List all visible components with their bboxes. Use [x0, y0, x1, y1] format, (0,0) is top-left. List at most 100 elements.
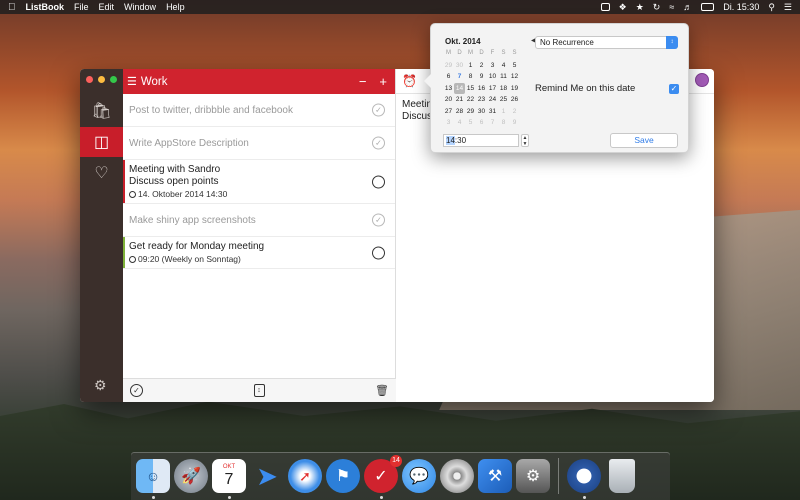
- menu-help[interactable]: Help: [166, 2, 185, 12]
- listbook-app-icon[interactable]: ✓ 14: [364, 455, 402, 499]
- task-complete-checkbox[interactable]: [372, 246, 385, 259]
- notification-center-icon[interactable]: ☰: [784, 2, 792, 13]
- task-row[interactable]: Meeting with Sandro Discuss open points …: [123, 160, 395, 204]
- list-menu-icon[interactable]: ☰: [127, 75, 137, 88]
- menu-app-name[interactable]: ListBook: [26, 2, 65, 12]
- add-task-button[interactable]: +: [379, 74, 387, 89]
- send-app-icon[interactable]: ➤: [250, 459, 284, 493]
- settings-gear-icon[interactable]: ⚙: [94, 377, 107, 394]
- sidebar-item-work[interactable]: ◫: [80, 127, 123, 157]
- recurrence-select[interactable]: No Recurrence ↕: [535, 36, 678, 49]
- calendar-day[interactable]: 27: [443, 106, 454, 118]
- task-row[interactable]: Post to twitter, dribbble and facebook ✓: [123, 94, 395, 127]
- task-complete-checkbox[interactable]: [372, 175, 385, 188]
- calendar-day[interactable]: 10: [487, 71, 498, 83]
- calendar-day[interactable]: 9: [476, 71, 487, 83]
- calendar-day[interactable]: 12: [509, 71, 520, 83]
- calendar-day[interactable]: 9: [509, 117, 520, 129]
- calendar-day[interactable]: 5: [465, 117, 476, 129]
- calendar-day[interactable]: 31: [487, 106, 498, 118]
- calendar-day[interactable]: 23: [476, 94, 487, 106]
- system-preferences-icon[interactable]: ⚙: [516, 459, 550, 493]
- task-row[interactable]: Write AppStore Description ✓: [123, 127, 395, 160]
- calendar-day[interactable]: 11: [498, 71, 509, 83]
- task-done-checkmark-icon[interactable]: ✓: [372, 103, 385, 117]
- minimize-button[interactable]: [98, 76, 105, 83]
- calendar-day[interactable]: 26: [509, 94, 520, 106]
- calendar-day[interactable]: 2: [509, 106, 520, 118]
- task-row[interactable]: Get ready for Monday meeting 09:20 (Week…: [123, 237, 395, 269]
- calendar-day[interactable]: 2: [476, 60, 487, 72]
- messages-icon[interactable]: 💬: [402, 459, 436, 493]
- battery-icon[interactable]: [701, 3, 715, 11]
- calendar-day[interactable]: 20: [443, 94, 454, 106]
- task-row[interactable]: Make shiny app screenshots ✓: [123, 204, 395, 237]
- calendar-day[interactable]: 5: [509, 60, 520, 72]
- calendar-app-icon[interactable]: OKT 7: [212, 459, 246, 499]
- calendar-day[interactable]: 17: [487, 83, 498, 95]
- calendar-day[interactable]: 7: [487, 117, 498, 129]
- calendar-day[interactable]: 19: [509, 83, 520, 95]
- safari-icon[interactable]: ➚: [288, 459, 322, 493]
- sidebar-item-favorites[interactable]: ♡: [80, 158, 123, 188]
- calendar-day[interactable]: 29: [465, 106, 476, 118]
- time-machine-icon[interactable]: ↻: [653, 2, 661, 13]
- trash-can-icon[interactable]: [609, 459, 635, 493]
- calendar-day[interactable]: 8: [465, 71, 476, 83]
- calendar-day[interactable]: 6: [476, 117, 487, 129]
- calendar-day[interactable]: 30: [476, 106, 487, 118]
- calendar-day[interactable]: 24: [487, 94, 498, 106]
- calendar-day[interactable]: 15: [465, 83, 476, 95]
- calendar-day[interactable]: 3: [443, 117, 454, 129]
- time-field[interactable]: 14:30: [443, 134, 519, 147]
- zoom-button[interactable]: [110, 76, 117, 83]
- tags-app-icon[interactable]: ⚑: [326, 459, 360, 493]
- menu-window[interactable]: Window: [124, 2, 156, 12]
- bluetooth-icon[interactable]: ★: [636, 2, 644, 13]
- calendar-day[interactable]: 28: [454, 106, 465, 118]
- alarm-clock-icon[interactable]: ⏰: [402, 74, 417, 88]
- apple-menu-icon[interactable]: : [8, 2, 16, 13]
- show-completed-checkmark-icon[interactable]: ✓: [130, 384, 143, 397]
- close-button[interactable]: [86, 76, 93, 83]
- menu-edit[interactable]: Edit: [99, 2, 115, 12]
- volume-icon[interactable]: ♬: [683, 2, 692, 12]
- status-app-icon[interactable]: [600, 3, 610, 11]
- task-done-checkmark-icon[interactable]: ✓: [372, 136, 385, 150]
- 1password-icon[interactable]: [567, 459, 601, 499]
- calendar-day[interactable]: 30: [454, 60, 465, 72]
- remind-me-checkbox[interactable]: ✓: [669, 84, 679, 94]
- calendar-day[interactable]: 4: [454, 117, 465, 129]
- finder-icon[interactable]: ☺: [136, 459, 170, 499]
- calendar-day-today[interactable]: 7: [454, 71, 465, 83]
- calendar-day[interactable]: 13: [443, 83, 454, 95]
- calendar-day[interactable]: 18: [498, 83, 509, 95]
- calendar-day[interactable]: 6: [443, 71, 454, 83]
- task-done-checkmark-icon[interactable]: ✓: [372, 213, 385, 227]
- menubar-clock[interactable]: Di. 15:30: [723, 2, 759, 12]
- calendar-day[interactable]: 25: [498, 94, 509, 106]
- calendar-day[interactable]: 1: [465, 60, 476, 72]
- xcode-icon[interactable]: ⚒: [478, 459, 512, 493]
- launchpad-icon[interactable]: 🚀: [174, 459, 208, 493]
- calendar-day[interactable]: 29: [443, 60, 454, 72]
- wifi-icon[interactable]: ≈: [669, 2, 674, 12]
- spotlight-icon[interactable]: ⚲: [768, 2, 775, 13]
- detail-note-text[interactable]: Meeting Discuss: [402, 99, 430, 123]
- time-stepper[interactable]: ▲ ▼: [521, 134, 529, 147]
- calendar-day[interactable]: 8: [498, 117, 509, 129]
- trash-icon[interactable]: 🗑: [375, 384, 389, 397]
- sort-icon[interactable]: ↕: [253, 384, 265, 397]
- calendar-day[interactable]: 4: [498, 60, 509, 72]
- calendar-day[interactable]: 3: [487, 60, 498, 72]
- remove-task-button[interactable]: −: [359, 74, 367, 89]
- calendar-day[interactable]: 22: [465, 94, 476, 106]
- list-color-dot[interactable]: [695, 73, 709, 87]
- sidebar-item-shopping[interactable]: 🛍: [80, 96, 123, 126]
- calendar-day[interactable]: 21: [454, 94, 465, 106]
- calendar-day-selected[interactable]: 14: [454, 82, 465, 94]
- calendar-day[interactable]: 16: [476, 83, 487, 95]
- dropbox-icon[interactable]: ❖: [619, 2, 627, 13]
- dvd-player-icon[interactable]: [440, 459, 474, 493]
- calendar-day[interactable]: 1: [498, 106, 509, 118]
